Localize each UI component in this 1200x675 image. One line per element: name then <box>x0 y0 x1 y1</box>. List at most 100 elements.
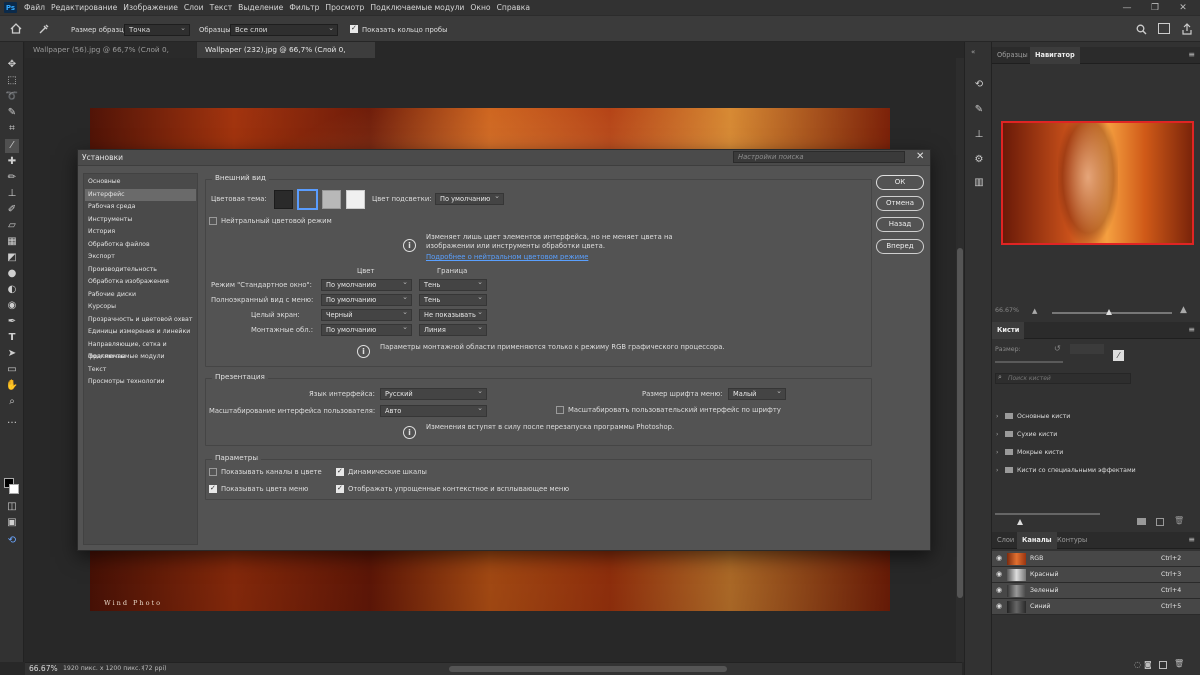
theme-swatch-medium-light[interactable] <box>322 190 341 209</box>
show-menu-colors-checkbox[interactable] <box>209 484 217 493</box>
quick-mask-icon[interactable]: ◫ <box>5 500 19 514</box>
blur-tool-icon[interactable]: ● <box>5 267 19 281</box>
tab-navigator[interactable]: Навигатор <box>1030 47 1080 64</box>
show-ring-checkbox[interactable] <box>350 24 358 33</box>
dodge-tool-icon[interactable]: ◐ <box>5 283 19 297</box>
path-select-icon[interactable]: ➤ <box>5 347 19 361</box>
paint-bucket-icon[interactable]: ◩ <box>5 251 19 265</box>
hand-tool-icon[interactable]: ✋ <box>5 379 19 393</box>
restore-button[interactable]: ❐ <box>1142 0 1168 15</box>
neutral-mode-link[interactable]: Подробнее о нейтральном цветовом режиме <box>426 253 588 261</box>
pen-tool-icon[interactable]: ✒ <box>5 315 19 329</box>
menu-view[interactable]: Просмотр <box>322 0 367 15</box>
eyedropper-icon[interactable] <box>38 23 50 35</box>
zoom-level[interactable]: 66.67% <box>29 664 58 673</box>
tab-channels[interactable]: Каналы <box>1017 532 1057 549</box>
healing-tool-icon[interactable]: ✚ <box>5 155 19 169</box>
navigator-zoom[interactable]: 66.67% <box>995 307 1019 314</box>
adjustments-icon[interactable]: ⚙ <box>971 152 987 168</box>
brush-tool-icon[interactable]: ✏ <box>5 171 19 185</box>
category-cursors[interactable]: Курсоры <box>85 301 196 313</box>
prev-button[interactable]: Назад <box>876 217 924 232</box>
sponge-tool-icon[interactable]: ◉ <box>5 299 19 313</box>
type-tool-icon[interactable]: T <box>5 331 19 345</box>
language-select[interactable]: Русский <box>380 386 487 400</box>
category-transparency[interactable]: Прозрачность и цветовой охват <box>85 314 196 326</box>
theme-swatch-light[interactable] <box>346 190 365 209</box>
marquee-tool-icon[interactable]: ⬚ <box>5 74 19 88</box>
preview-size-knob[interactable] <box>1017 519 1023 525</box>
fullscreen-menu-border-select[interactable]: Тень <box>419 292 487 306</box>
category-scratch-disks[interactable]: Рабочие диски <box>85 289 196 301</box>
horizontal-scrollbar[interactable] <box>449 666 727 672</box>
tab-wallpaper-56[interactable]: Wallpaper (56).jpg @ 66,7% (Слой 0, RGB/… <box>25 42 196 70</box>
tab-swatches[interactable]: Образцы <box>992 47 1033 64</box>
history-brush-icon[interactable]: ✐ <box>5 203 19 217</box>
load-channel-icon[interactable]: ◌ <box>1134 660 1141 669</box>
artboards-color-select[interactable]: По умолчанию <box>321 322 412 336</box>
channel-row[interactable]: ◉ Синий Ctrl+5 <box>992 599 1200 615</box>
home-icon[interactable] <box>10 23 22 34</box>
menu-help[interactable]: Справка <box>494 0 533 15</box>
tab-wallpaper-232[interactable]: Wallpaper (232).jpg @ 66,7% (Слой 0, RGB… <box>197 42 375 70</box>
eyedropper-tool-icon[interactable]: ⁄ <box>5 139 19 153</box>
channel-row[interactable]: ◉ RGB Ctrl+2 <box>992 551 1200 567</box>
channel-row[interactable]: ◉ Красный Ctrl+3 <box>992 567 1200 583</box>
artboards-border-select[interactable]: Линия <box>419 322 487 336</box>
new-channel-icon[interactable] <box>1159 661 1167 669</box>
share-icon[interactable] <box>1181 23 1193 35</box>
cancel-button[interactable]: Отмена <box>876 196 924 211</box>
scale-by-font-checkbox[interactable] <box>556 406 564 414</box>
rectangle-tool-icon[interactable]: ▭ <box>5 363 19 377</box>
category-units[interactable]: Единицы измерения и линейки <box>85 326 196 338</box>
navigator-zoom-knob[interactable] <box>1106 309 1112 315</box>
navigator-thumbnail[interactable] <box>1001 121 1194 245</box>
fullscreen-color-select[interactable]: Черный <box>321 307 412 321</box>
crop-tool-icon[interactable]: ⌗ <box>5 122 19 136</box>
brush-group[interactable]: › Сухие кисти <box>992 426 1200 443</box>
dialog-close-button[interactable]: ✕ <box>916 151 924 162</box>
channel-row[interactable]: ◉ Зеленый Ctrl+4 <box>992 583 1200 599</box>
delete-channel-icon[interactable]: 🗑 <box>1174 659 1184 668</box>
dynamic-sliders-checkbox[interactable] <box>336 467 344 476</box>
simple-context-checkbox[interactable] <box>336 484 344 493</box>
ok-button[interactable]: ОК <box>876 175 924 190</box>
tab-brushes[interactable]: Кисти <box>992 322 1025 339</box>
new-brush-preset-icon[interactable] <box>1156 518 1164 526</box>
category-plugins[interactable]: Подключаемые модули <box>85 351 196 363</box>
lasso-tool-icon[interactable]: ➰ <box>5 90 19 104</box>
eye-icon[interactable]: ◉ <box>996 583 1002 598</box>
category-general[interactable]: Основные <box>85 176 196 188</box>
ui-scaling-select[interactable]: Авто <box>380 403 487 417</box>
workspace-icon[interactable] <box>1158 23 1170 34</box>
category-tools[interactable]: Инструменты <box>85 214 196 226</box>
scrollbar-thumb[interactable] <box>957 248 963 598</box>
menu-font-size-select[interactable]: Малый <box>728 386 786 400</box>
navigator-zoom-slider[interactable] <box>1052 312 1172 314</box>
background-color-swatch[interactable] <box>9 484 19 494</box>
brush-search-field[interactable]: ⌕ Поиск кистей <box>995 373 1131 384</box>
category-tech-previews[interactable]: Просмотры технологии <box>85 376 196 388</box>
brush-size-slider[interactable] <box>995 361 1063 363</box>
brush-group[interactable]: › Основные кисти <box>992 408 1200 425</box>
menu-image[interactable]: Изображение <box>120 0 181 15</box>
delete-icon[interactable]: 🗑 <box>1174 516 1184 525</box>
more-tools-icon[interactable]: … <box>5 414 19 428</box>
eye-icon[interactable]: ◉ <box>996 599 1002 614</box>
brush-group[interactable]: › Мокрые кисти <box>992 444 1200 461</box>
quick-select-tool-icon[interactable]: ✎ <box>5 106 19 120</box>
menu-type[interactable]: Текст <box>207 0 236 15</box>
clone-source-icon[interactable]: ⊥ <box>971 127 987 143</box>
screen-mode-icon[interactable]: ▣ <box>5 516 19 530</box>
category-guides[interactable]: Направляющие, сетка и фрагменты <box>85 339 196 360</box>
reset-icon[interactable]: ↺ <box>1054 344 1061 353</box>
sample-size-select[interactable]: Точка <box>124 23 190 36</box>
menu-file[interactable]: Файл <box>21 0 48 15</box>
eye-icon[interactable]: ◉ <box>996 551 1002 566</box>
settings-search-input[interactable]: Настройки поиска <box>733 151 905 163</box>
zoom-tool-icon[interactable]: ⌕ <box>5 395 19 409</box>
tab-layers[interactable]: Слои <box>992 532 1019 549</box>
panel-menu-icon[interactable]: ≡ <box>1188 51 1195 59</box>
sample-select[interactable]: Все слои <box>230 23 338 36</box>
save-selection-icon[interactable]: ◙ <box>1144 660 1152 669</box>
